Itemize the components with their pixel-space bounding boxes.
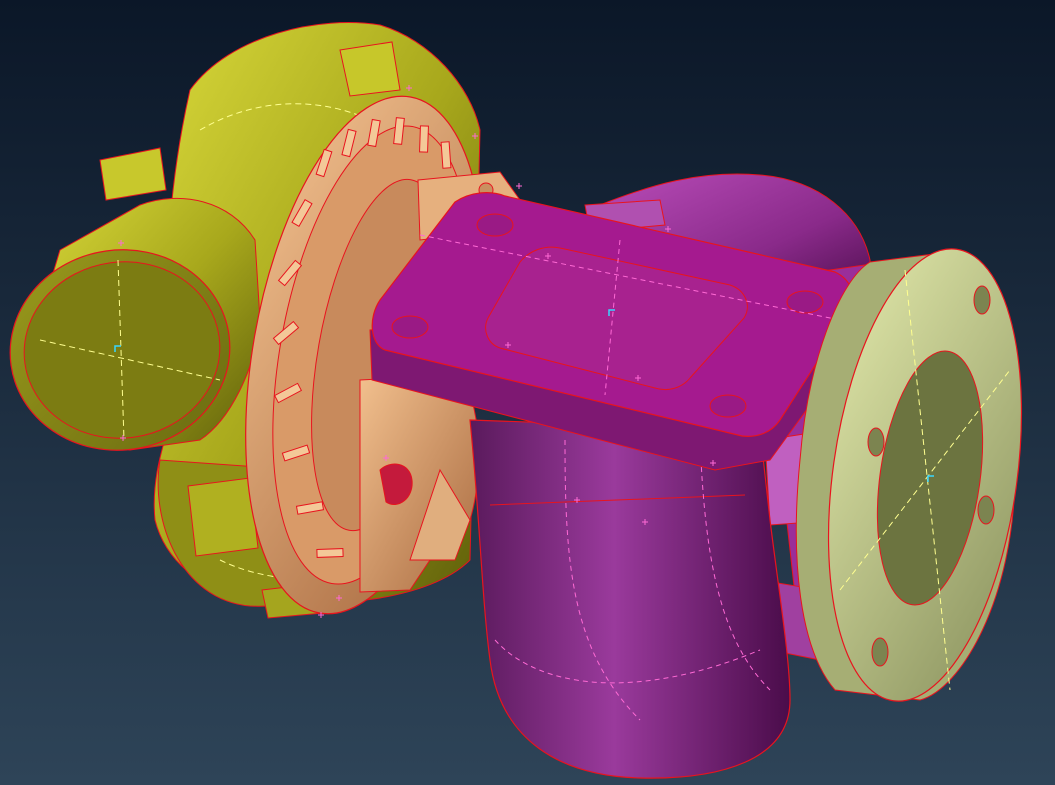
turbocharger-model[interactable] bbox=[0, 0, 1055, 785]
cad-viewport[interactable] bbox=[0, 0, 1055, 785]
